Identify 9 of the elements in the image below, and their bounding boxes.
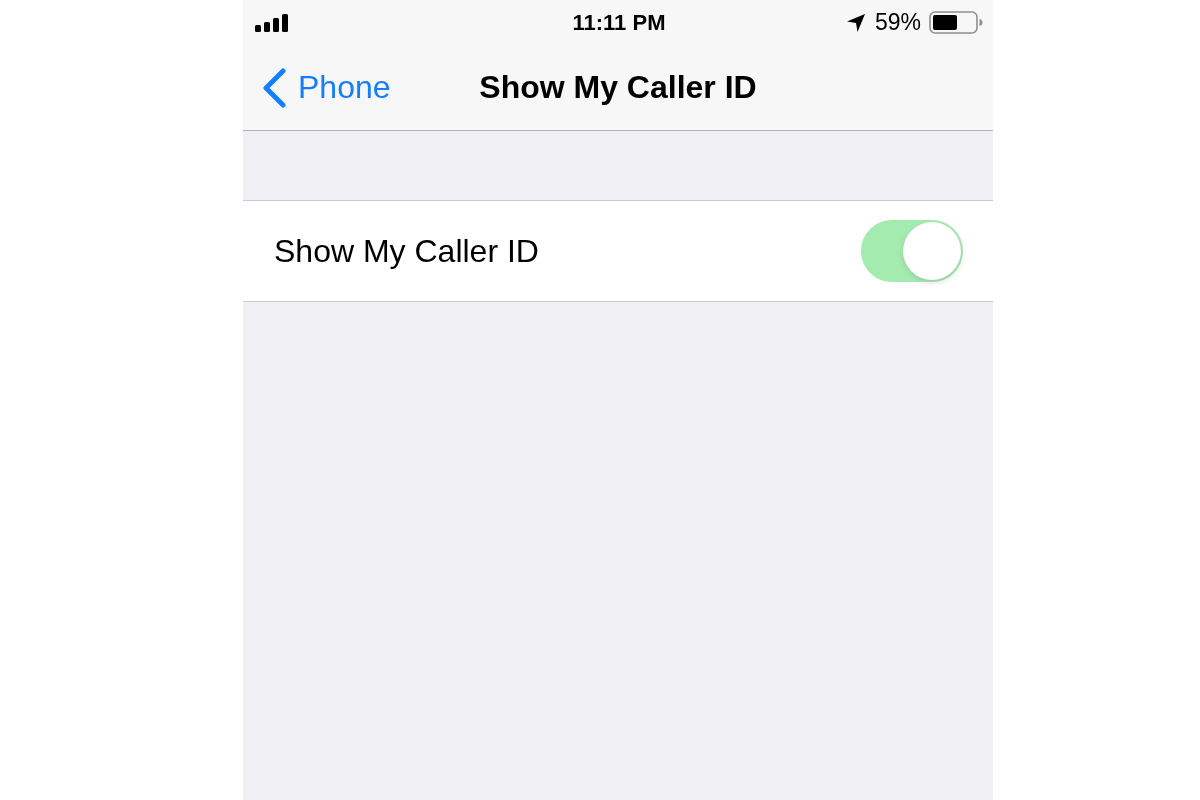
setting-label: Show My Caller ID bbox=[274, 232, 539, 270]
chevron-icon bbox=[262, 67, 286, 108]
signal-icon bbox=[255, 13, 289, 32]
screen-title: Show My Caller ID bbox=[479, 69, 757, 106]
location-arrow-icon bbox=[846, 13, 865, 32]
status-time: 11:11 PM bbox=[572, 9, 666, 36]
battery-percent: 59% bbox=[874, 9, 921, 36]
back-button[interactable]: Phone bbox=[262, 67, 391, 108]
battery-icon bbox=[929, 11, 983, 34]
